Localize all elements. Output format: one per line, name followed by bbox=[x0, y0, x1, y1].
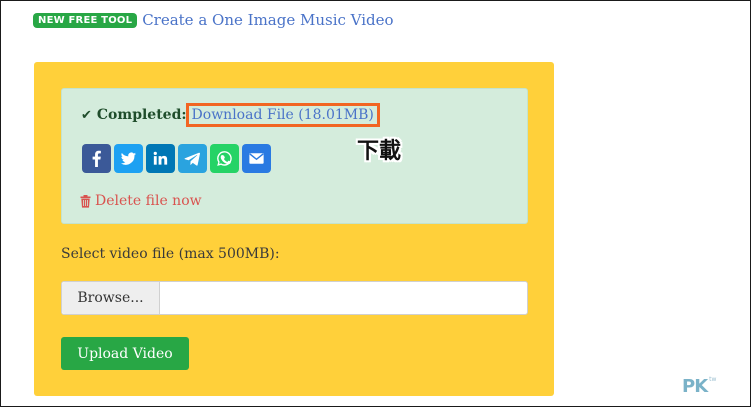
telegram-share-button[interactable] bbox=[178, 144, 207, 173]
trash-icon bbox=[80, 194, 91, 208]
check-icon: ✔ bbox=[81, 107, 92, 123]
twitter-icon bbox=[120, 152, 137, 165]
facebook-icon bbox=[92, 150, 101, 168]
facebook-share-button[interactable] bbox=[82, 144, 111, 173]
new-tool-badge: NEW FREE TOOL bbox=[33, 12, 138, 28]
watermark-text: PK bbox=[682, 376, 708, 397]
whatsapp-share-button[interactable] bbox=[210, 144, 239, 173]
delete-file-link[interactable]: Delete file now bbox=[80, 193, 202, 209]
delete-file-label: Delete file now bbox=[95, 193, 202, 209]
download-annotation: 下載 bbox=[357, 139, 402, 164]
download-file-link[interactable]: Download File (18.01MB) bbox=[185, 103, 380, 127]
watermark-logo: PK tw bbox=[682, 376, 716, 397]
file-name-field[interactable] bbox=[160, 282, 527, 314]
video-file-input[interactable]: Browse... bbox=[61, 281, 528, 315]
browse-button[interactable]: Browse... bbox=[62, 282, 160, 314]
whatsapp-icon bbox=[217, 151, 232, 166]
completed-row: ✔ Completed: Download File (18.01MB) bbox=[81, 103, 380, 127]
watermark-sub: tw bbox=[709, 376, 717, 383]
completed-alert: ✔ Completed: Download File (18.01MB) Del… bbox=[61, 88, 528, 224]
twitter-share-button[interactable] bbox=[114, 144, 143, 173]
upload-video-button[interactable]: Upload Video bbox=[61, 337, 189, 370]
promo-bar: NEW FREE TOOL Create a One Image Music V… bbox=[33, 11, 394, 29]
telegram-icon bbox=[184, 152, 200, 166]
linkedin-icon bbox=[153, 151, 168, 165]
select-file-label: Select video file (max 500MB): bbox=[61, 246, 280, 262]
envelope-icon bbox=[249, 153, 264, 164]
converter-card: ✔ Completed: Download File (18.01MB) Del… bbox=[34, 62, 554, 396]
completed-label: Completed: bbox=[96, 107, 187, 123]
share-buttons bbox=[82, 144, 271, 173]
email-share-button[interactable] bbox=[242, 144, 271, 173]
promo-link[interactable]: Create a One Image Music Video bbox=[142, 11, 393, 29]
linkedin-share-button[interactable] bbox=[146, 144, 175, 173]
